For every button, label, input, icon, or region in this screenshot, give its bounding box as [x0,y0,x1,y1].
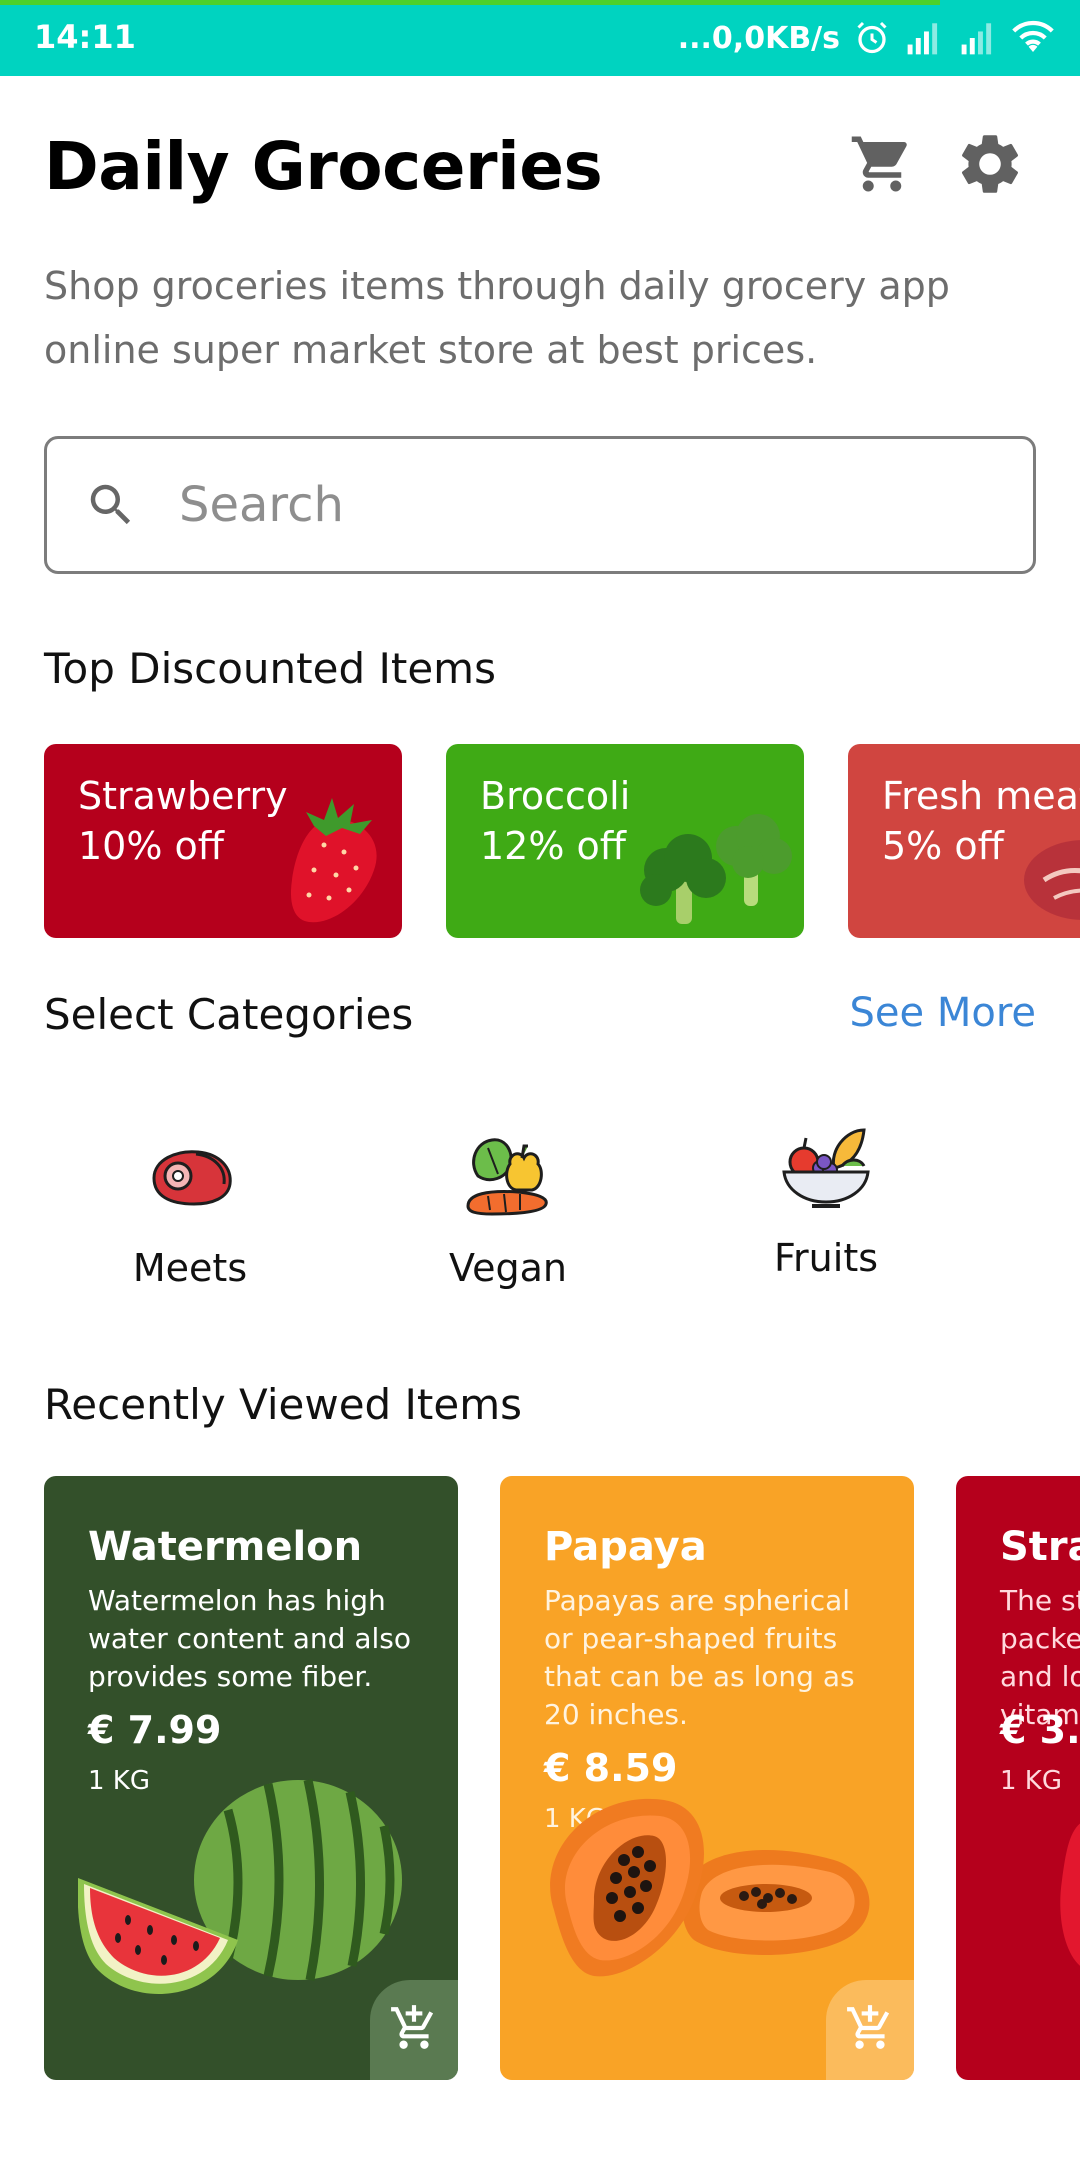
search-icon [83,477,139,533]
recent-card-papaya[interactable]: Papaya Papayas are spherical or pear-sha… [500,1476,914,2080]
meat-icon [152,1150,232,1206]
page-subtitle: Shop groceries items through daily groce… [44,264,950,372]
product-name: Strawberry [1000,1524,1080,1570]
product-name: Watermelon [88,1524,363,1570]
gear-icon [954,128,1026,204]
page-title: Daily Groceries [44,128,603,205]
product-price: € 3.99 [1000,1708,1080,1752]
broccoli-image [640,814,792,924]
wifi-icon [1012,20,1054,56]
status-time: 14:11 [34,18,136,56]
see-more-link[interactable]: See More [850,990,1036,1036]
discount-item-name: Broccoli [480,774,631,818]
recent-card-strawberry[interactable]: Strawberry The strawberry is packed with… [956,1476,1080,2080]
search-input[interactable] [179,477,979,533]
fruit-bowl-icon [782,1128,870,1208]
product-name: Papaya [544,1524,707,1570]
network-speed: ...0,0KB/s [677,20,840,56]
product-price: € 7.99 [88,1708,222,1752]
signal-icon [958,20,998,56]
papaya-image [550,1798,870,1977]
discount-section-heading: Top Discounted Items [44,644,496,693]
watermelon-image [78,1779,402,1994]
meat-image [1024,840,1080,920]
add-cart-icon [389,2003,439,2057]
category-label: Meets [132,1246,248,1290]
discount-item-percent: 10% off [78,824,224,868]
category-vegan[interactable]: Vegan [398,1128,618,1290]
strawberry-image [290,798,377,923]
recent-card-watermelon[interactable]: Watermelon Watermelon has high water con… [44,1476,458,2080]
category-fruits[interactable]: Fruits [716,1118,936,1280]
discount-carousel[interactable]: Strawberry 10% off Broccoli 12% off Fres… [0,744,1080,940]
settings-button[interactable] [952,128,1028,204]
discount-card-strawberry[interactable]: Strawberry 10% off [44,744,402,938]
vegetables-icon [466,1138,548,1216]
discount-item-percent: 5% off [882,824,1004,868]
categories-section-heading: Select Categories [44,990,414,1039]
discount-card-fresh-meat[interactable]: Fresh meat 5% off [848,744,1080,938]
search-bar[interactable] [44,436,1036,574]
status-icons: ...0,0KB/s [678,16,1054,60]
category-label: Vegan [449,1246,567,1290]
loading-progress-bar [0,0,940,5]
discount-card-broccoli[interactable]: Broccoli 12% off [446,744,804,938]
strawberry-image [1060,1823,1080,1966]
add-to-cart-button[interactable] [370,1980,458,2080]
product-unit: 1 KG [1000,1766,1063,1796]
alarm-icon [854,20,890,56]
cart-icon [849,131,915,201]
discount-item-percent: 12% off [480,824,626,868]
category-meets[interactable]: Meets [80,1128,300,1290]
cart-button[interactable] [844,128,920,204]
signal-icon [904,20,944,56]
category-label: Fruits [773,1236,879,1280]
add-to-cart-button[interactable] [826,1980,914,2080]
product-description: Papayas are spherical or pear-shaped fru… [544,1584,855,1731]
product-description: Watermelon has high water content and al… [88,1584,412,1693]
recent-section-heading: Recently Viewed Items [44,1380,523,1429]
status-bar: 14:11 ...0,0KB/s [0,0,1080,76]
add-cart-icon [845,2003,895,2057]
recent-items-carousel[interactable]: Watermelon Watermelon has high water con… [0,1476,1080,2082]
